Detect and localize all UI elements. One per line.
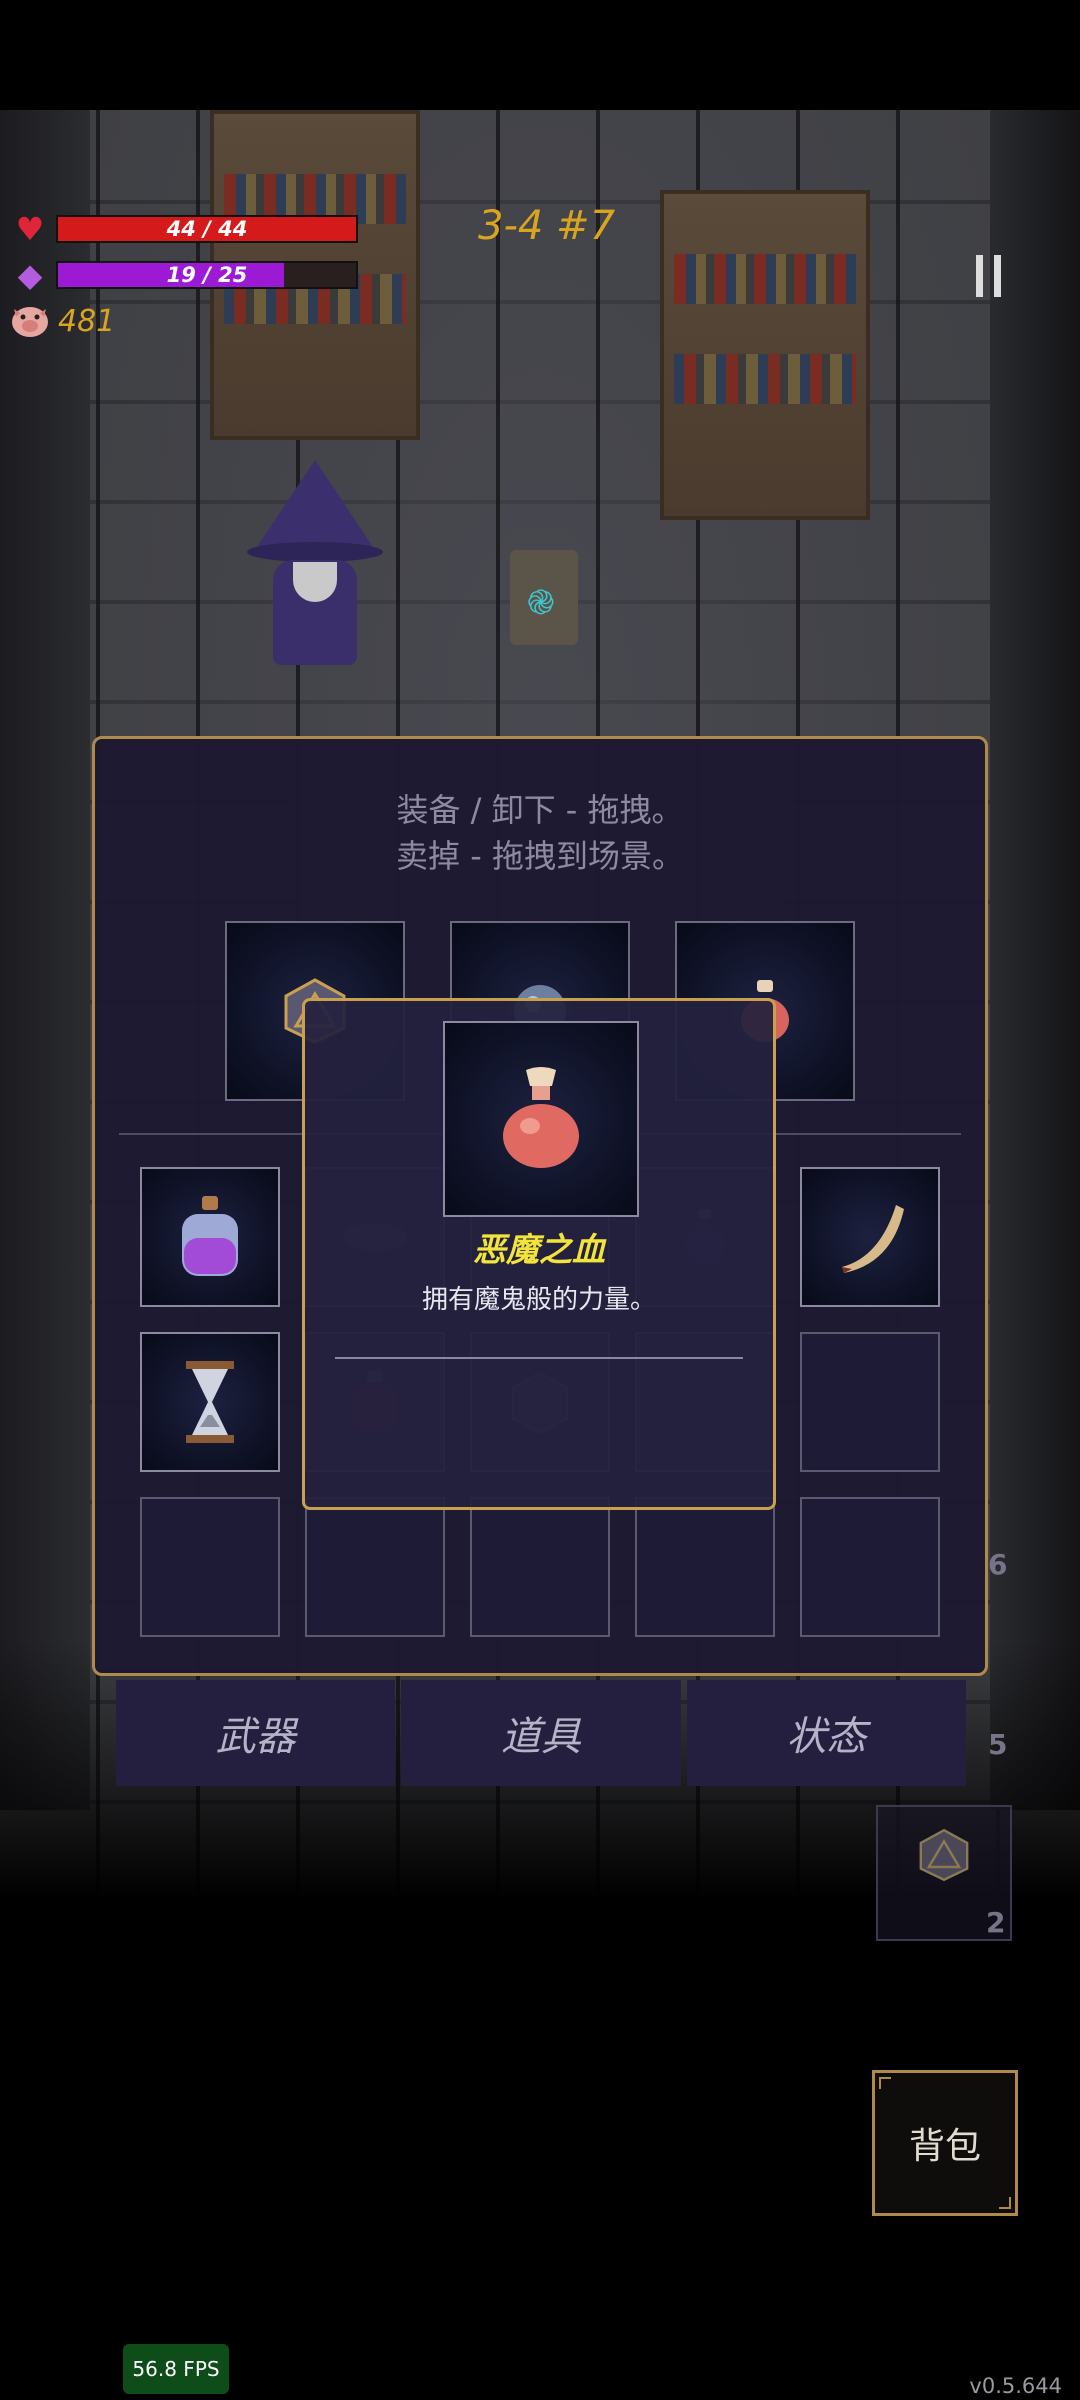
inventory-tabs: 武器 道具 状态 bbox=[116, 1680, 966, 1786]
mp-bar: 19 / 25 bbox=[56, 261, 358, 289]
gold-row: 481 bbox=[10, 301, 115, 341]
inventory-slot[interactable] bbox=[140, 1497, 280, 1637]
mp-text: 19 / 25 bbox=[166, 263, 248, 287]
inventory-slot[interactable] bbox=[800, 1167, 940, 1307]
hp-text: 44 / 44 bbox=[166, 217, 248, 241]
inventory-slot[interactable] bbox=[800, 1497, 940, 1637]
side-counter-2: 5 bbox=[988, 1728, 1008, 1761]
tab-items[interactable]: 道具 bbox=[401, 1680, 681, 1786]
tab-status[interactable]: 状态 bbox=[686, 1680, 966, 1786]
hp-row: ♥ 44 / 44 bbox=[10, 209, 358, 249]
red-potion-icon bbox=[445, 1023, 637, 1215]
inventory-slot[interactable] bbox=[140, 1167, 280, 1307]
inventory-instructions: 装备 / 卸下 - 拖拽。 卖掉 - 拖拽到场景。 bbox=[95, 787, 985, 879]
left-wall bbox=[0, 110, 90, 1810]
fps-counter: 56.8 FPS bbox=[123, 2344, 229, 2394]
mp-row: ◆ 19 / 25 bbox=[10, 255, 358, 295]
wizard-character bbox=[247, 460, 383, 670]
pause-button[interactable] bbox=[976, 255, 1004, 297]
inventory-slot[interactable] bbox=[470, 1497, 610, 1637]
tab-weapons[interactable]: 武器 bbox=[116, 1680, 396, 1786]
hourglass-icon bbox=[142, 1334, 278, 1470]
heart-icon: ♥ bbox=[15, 210, 45, 248]
pig-coin-icon bbox=[10, 301, 50, 341]
inventory-slot[interactable] bbox=[635, 1497, 775, 1637]
backpack-button[interactable]: 背包 bbox=[872, 2070, 1018, 2216]
gold-amount: 481 bbox=[58, 303, 116, 339]
side-counter-1: 6 bbox=[988, 1548, 1008, 1581]
purple-potion-icon bbox=[142, 1169, 278, 1305]
item-tooltip: 恶魔之血 拥有魔鬼般的力量。 bbox=[302, 998, 776, 1510]
mana-crystal-icon: ◆ bbox=[17, 256, 43, 294]
bookshelf-right bbox=[660, 190, 870, 520]
spiral-icon: ֎ bbox=[527, 583, 555, 623]
tooltip-item-description: 拥有魔鬼般的力量。 bbox=[421, 1285, 656, 1315]
instruction-sell: 卖掉 - 拖拽到场景。 bbox=[396, 837, 684, 875]
tooltip-item-image bbox=[443, 1021, 639, 1217]
stage-label: 3-4 #7 bbox=[478, 203, 616, 249]
instruction-equip: 装备 / 卸下 - 拖拽。 bbox=[396, 791, 684, 829]
version-label: v0.5.644 bbox=[969, 2374, 1062, 2398]
tooltip-divider bbox=[335, 1357, 743, 1359]
inventory-slot[interactable] bbox=[305, 1497, 445, 1637]
horn-icon bbox=[802, 1169, 938, 1305]
hp-bar: 44 / 44 bbox=[56, 215, 358, 243]
inventory-slot[interactable] bbox=[800, 1332, 940, 1472]
pause-icon bbox=[976, 255, 983, 297]
inventory-slot[interactable] bbox=[140, 1332, 280, 1472]
tooltip-item-name: 恶魔之血 bbox=[473, 1230, 605, 1269]
quick-slot-count: 2 bbox=[986, 1906, 1006, 1939]
portal-pedestal[interactable]: ֎ bbox=[510, 550, 578, 645]
